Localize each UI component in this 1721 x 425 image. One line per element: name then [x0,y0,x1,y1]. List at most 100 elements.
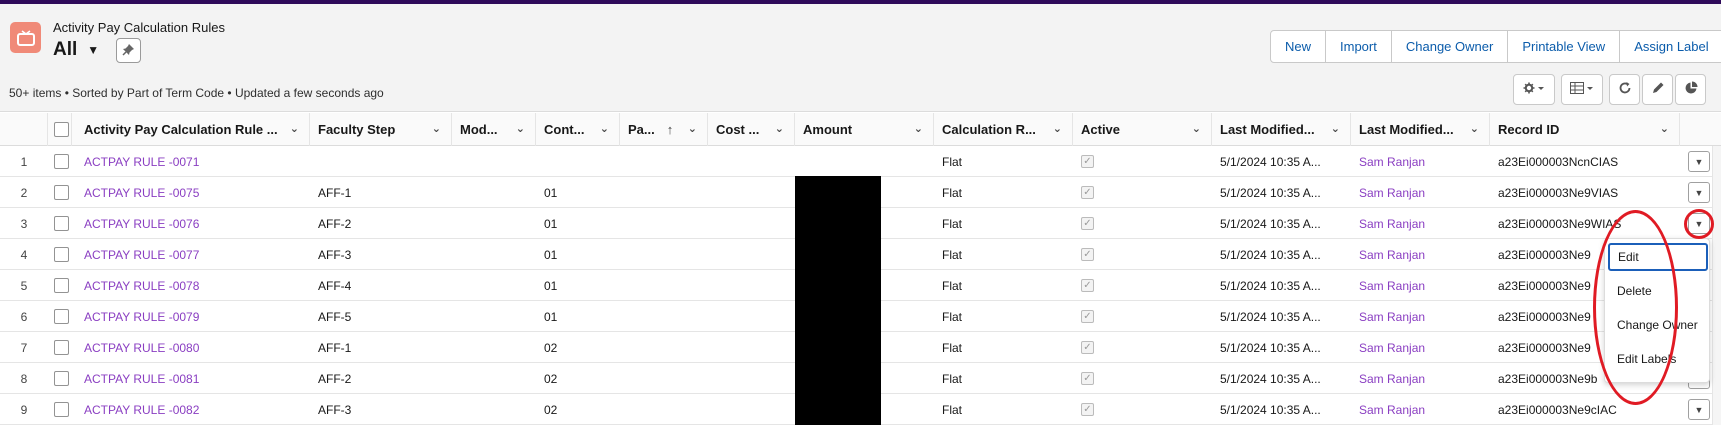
select-all-checkbox[interactable] [54,122,69,137]
column-header-cost[interactable]: Cost ... ⌄ [708,113,795,146]
row-select-checkbox[interactable] [54,185,69,200]
cell-last-modified-date: 5/1/2024 10:35 A... [1220,371,1321,386]
row-select-checkbox[interactable] [54,278,69,293]
cell-cont [536,146,620,177]
cell-last-modified-by[interactable]: Sam Ranjan [1351,208,1490,239]
cell-last-modified-by[interactable]: Sam Ranjan [1351,394,1490,425]
column-header-active[interactable]: Active ⌄ [1073,113,1212,146]
row-actions-button[interactable]: ▼ [1688,399,1710,420]
charts-button[interactable] [1675,74,1706,105]
column-header-faculty-step[interactable]: Faculty Step ⌄ [310,113,452,146]
column-header-cont[interactable]: Cont... ⌄ [536,113,620,146]
row-select-cell [48,208,76,239]
import-button[interactable]: Import [1325,30,1392,63]
chevron-down-icon[interactable]: ⌄ [516,122,525,135]
row-select-checkbox[interactable] [54,309,69,324]
chevron-down-icon[interactable]: ⌄ [1053,122,1062,135]
cell-active: ✓ [1073,270,1212,301]
chevron-down-icon[interactable]: ⌄ [1470,122,1479,135]
cell-last-modified-by[interactable]: Sam Ranjan [1351,146,1490,177]
column-header-last-modified-by[interactable]: Last Modified... ⌄ [1351,113,1490,146]
display-as-button[interactable] [1561,74,1603,105]
active-checkbox-readonly: ✓ [1081,341,1094,354]
row-select-checkbox[interactable] [54,371,69,386]
cell-calculation-rule: Flat [942,247,963,262]
column-header-mod[interactable]: Mod... ⌄ [452,113,536,146]
row-select-cell [48,394,76,425]
row-select-cell [48,270,76,301]
row-select-checkbox[interactable] [54,216,69,231]
cell-rule-name[interactable]: ACTPAY RULE -0079 [76,301,310,332]
tv-icon [10,22,41,53]
active-checkbox-readonly: ✓ [1081,403,1094,416]
column-header-last-modified-date[interactable]: Last Modified... ⌄ [1212,113,1351,146]
list-toolbar [1513,74,1708,105]
cell-active: ✓ [1073,332,1212,363]
chevron-down-icon[interactable]: ⌄ [432,122,441,135]
row-number: 2 [20,185,28,200]
chevron-down-icon[interactable]: ⌄ [1192,122,1201,135]
column-header-calculation-rule[interactable]: Calculation R... ⌄ [934,113,1073,146]
refresh-button[interactable] [1609,74,1640,105]
column-header-amount[interactable]: Amount ⌄ [795,113,934,146]
list-settings-button[interactable] [1513,74,1555,105]
cell-rule-name[interactable]: ACTPAY RULE -0071 [76,146,310,177]
cell-rule-name[interactable]: ACTPAY RULE -0078 [76,270,310,301]
cell-calculation-rule: Flat [942,185,963,200]
cell-record-id: a23Ei000003Ne9VIAS [1498,185,1619,200]
cell-last-modified-by[interactable]: Sam Ranjan [1351,239,1490,270]
cell-active: ✓ [1073,177,1212,208]
row-number: 9 [20,402,28,417]
chevron-down-icon[interactable]: ⌄ [688,122,697,135]
row-actions-button[interactable]: ▼ [1688,151,1710,172]
cell-calculation-rule: Flat [942,154,963,169]
cell-last-modified-date: 5/1/2024 10:35 A... [1220,309,1321,324]
cell-rule-name[interactable]: ACTPAY RULE -0075 [76,177,310,208]
chevron-down-icon[interactable]: ⌄ [1660,122,1669,135]
chevron-down-icon[interactable]: ⌄ [600,122,609,135]
row-number: 1 [20,154,28,169]
chevron-down-icon[interactable]: ⌄ [1331,122,1340,135]
cell-cont: 02 [544,340,558,355]
cell-rule-name[interactable]: ACTPAY RULE -0081 [76,363,310,394]
list-view-switcher[interactable]: All ▼ [53,39,99,61]
assign-label-button[interactable]: Assign Label [1619,30,1721,63]
cell-record-id: a23Ei000003NcnCIAS [1498,154,1619,169]
object-title: Activity Pay Calculation Rules [53,20,225,35]
row-select-checkbox[interactable] [54,402,69,417]
row-select-checkbox[interactable] [54,247,69,262]
cell-calculation-rule: Flat [942,371,963,386]
new-button[interactable]: New [1270,30,1327,63]
vertical-scrollbar[interactable] [1712,146,1721,425]
cell-last-modified-by[interactable]: Sam Ranjan [1351,301,1490,332]
cell-rule-name[interactable]: ACTPAY RULE -0076 [76,208,310,239]
gear-icon [1523,82,1545,97]
chevron-down-icon[interactable]: ⌄ [914,122,923,135]
chevron-down-icon[interactable]: ⌄ [775,122,784,135]
column-header-part-of-term[interactable]: Pa... ↑ ⌄ [620,113,708,146]
cell-last-modified-by[interactable]: Sam Ranjan [1351,270,1490,301]
cell-last-modified-date: 5/1/2024 10:35 A... [1220,340,1321,355]
cell-rule-name[interactable]: ACTPAY RULE -0077 [76,239,310,270]
cell-rule-name[interactable]: ACTPAY RULE -0080 [76,332,310,363]
cell-last-modified-by[interactable]: Sam Ranjan [1351,363,1490,394]
row-select-checkbox[interactable] [54,154,69,169]
printable-view-button[interactable]: Printable View [1507,30,1621,63]
inline-edit-button[interactable] [1642,74,1673,105]
cell-cont: 01 [544,278,558,293]
change-owner-button[interactable]: Change Owner [1390,30,1509,63]
list-header: Activity Pay Calculation Rules All ▼ 50+… [0,4,1721,112]
list-summary: 50+ items • Sorted by Part of Term Code … [9,86,384,100]
cell-rule-name[interactable]: ACTPAY RULE -0082 [76,394,310,425]
cell-last-modified-by[interactable]: Sam Ranjan [1351,177,1490,208]
cell-faculty-step: AFF-3 [318,402,352,417]
chevron-down-icon[interactable]: ⌄ [290,122,299,135]
column-header-rule-name[interactable]: Activity Pay Calculation Rule ... ⌄ [76,113,310,146]
header-select-all [48,113,72,146]
row-actions-button[interactable]: ▼ [1688,182,1710,203]
row-select-checkbox[interactable] [54,340,69,355]
pin-list-button[interactable] [116,38,141,63]
column-header-record-id[interactable]: Record ID ⌄ [1490,113,1680,146]
cell-last-modified-by[interactable]: Sam Ranjan [1351,332,1490,363]
cell-calculation-rule: Flat [942,309,963,324]
